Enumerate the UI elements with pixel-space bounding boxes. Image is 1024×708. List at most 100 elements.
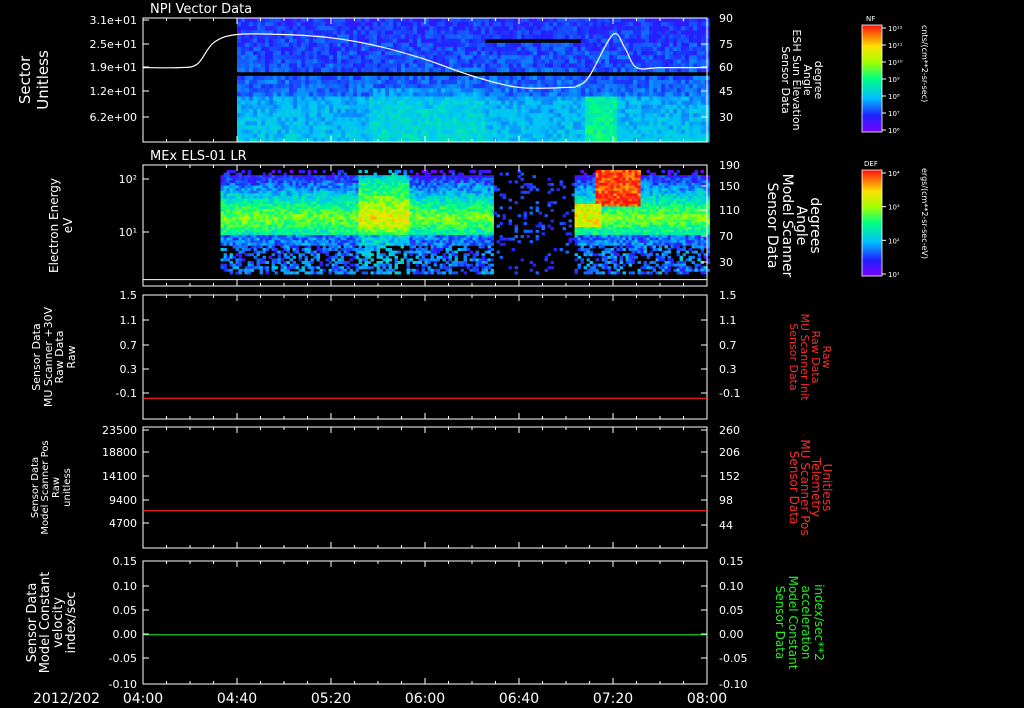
heatmap-cell xyxy=(331,211,335,215)
heatmap-cell xyxy=(373,63,378,69)
heatmap-cell xyxy=(421,26,426,31)
heatmap-cell xyxy=(513,59,518,64)
heatmap-cell xyxy=(244,266,248,270)
heatmap-cell xyxy=(313,203,317,207)
heatmap-cell xyxy=(493,104,498,110)
heatmap-cell xyxy=(677,88,682,93)
heatmap-cell xyxy=(317,42,322,48)
heatmap-cell xyxy=(665,51,670,56)
heatmap-cell xyxy=(661,51,666,56)
heatmap-cell xyxy=(577,30,582,36)
heatmap-cell xyxy=(325,84,330,89)
heatmap-cell xyxy=(525,104,530,110)
heatmap-cell xyxy=(325,198,329,202)
heatmap-cell xyxy=(273,63,278,69)
heatmap-cell xyxy=(293,51,298,56)
heatmap-cell xyxy=(283,232,287,236)
heatmap-cell xyxy=(469,92,474,98)
heatmap-cell xyxy=(293,96,298,102)
heatmap-cell xyxy=(581,42,586,48)
heatmap-cell xyxy=(283,201,287,205)
heatmap-cell xyxy=(697,117,702,122)
heatmap-cell xyxy=(280,240,284,244)
heatmap-cell xyxy=(281,108,286,114)
heatmap-cell xyxy=(409,84,414,89)
heatmap-cell xyxy=(437,125,442,131)
heatmap-cell xyxy=(629,46,634,52)
heatmap-cell xyxy=(281,100,286,106)
heatmap-cell xyxy=(281,75,286,81)
heatmap-cell xyxy=(337,185,341,189)
heatmap-cell xyxy=(537,26,542,31)
heatmap-cell xyxy=(256,177,260,181)
heatmap-cell xyxy=(346,209,350,212)
heatmap-cell xyxy=(286,177,290,181)
heatmap-cell xyxy=(277,232,281,236)
heatmap-cell xyxy=(429,117,434,122)
heatmap-cell xyxy=(343,214,347,218)
heatmap-cell xyxy=(301,229,305,233)
heatmap-cell xyxy=(385,104,390,110)
heatmap-cell xyxy=(341,46,346,52)
heatmap-cell xyxy=(328,248,332,251)
heatmap-cell xyxy=(393,80,398,85)
heatmap-cell xyxy=(429,26,434,31)
heatmap-cell xyxy=(262,183,266,186)
heatmap-cell xyxy=(297,108,302,114)
heatmap-cell xyxy=(245,92,250,98)
heatmap-cell xyxy=(349,211,353,215)
heatmap-cell xyxy=(257,51,262,56)
heatmap-cell xyxy=(223,188,227,192)
heatmap-cell xyxy=(328,245,332,249)
heatmap-cell xyxy=(541,100,546,106)
heatmap-cell xyxy=(285,63,290,69)
heatmap-cell xyxy=(513,80,518,85)
heatmap-cell xyxy=(633,100,638,106)
heatmap-cell xyxy=(489,108,494,114)
heatmap-cell xyxy=(437,22,442,27)
heatmap-cell xyxy=(334,240,338,244)
heatmap-cell xyxy=(453,88,458,93)
heatmap-cell xyxy=(337,271,341,275)
heatmap-cell xyxy=(319,193,323,197)
heatmap-cell xyxy=(265,51,270,56)
heatmap-cell xyxy=(461,18,466,23)
heatmap-cell xyxy=(545,67,550,73)
heatmap-cell xyxy=(677,22,682,27)
heatmap-cell xyxy=(373,117,378,122)
heatmap-cell xyxy=(449,92,454,98)
heatmap-cell xyxy=(298,216,302,220)
heatmap-cell xyxy=(657,113,662,118)
heatmap-cell xyxy=(253,59,258,64)
heatmap-cell xyxy=(685,18,690,23)
heatmap-cell xyxy=(322,214,326,218)
heatmap-cell xyxy=(358,248,362,251)
heatmap-cell xyxy=(609,51,614,56)
heatmap-cell xyxy=(313,175,317,179)
heatmap-cell xyxy=(247,253,251,257)
heatmap-cell xyxy=(565,108,570,114)
heatmap-cell xyxy=(341,22,346,27)
heatmap-cell xyxy=(505,18,510,23)
heatmap-cell xyxy=(585,67,590,73)
heatmap-cell xyxy=(307,193,311,197)
heatmap-cell xyxy=(493,117,498,122)
heatmap-cell xyxy=(297,51,302,56)
heatmap-cell xyxy=(573,67,578,73)
heatmap-cell xyxy=(493,125,498,131)
heatmap-cell xyxy=(637,75,642,81)
heatmap-cell xyxy=(341,113,346,118)
heatmap-cell xyxy=(358,198,362,202)
heatmap-cell xyxy=(581,117,586,122)
heatmap-cell xyxy=(220,201,224,205)
heatmap-cell xyxy=(241,46,246,52)
heatmap-cell xyxy=(649,46,654,52)
heatmap-cell xyxy=(629,18,634,23)
heatmap-cell xyxy=(649,26,654,31)
heatmap-cell xyxy=(355,188,359,192)
heatmap-cell xyxy=(441,96,446,102)
heatmap-cell xyxy=(409,46,414,52)
heatmap-cell xyxy=(343,245,347,249)
heatmap-cell xyxy=(334,206,338,210)
heatmap-cell xyxy=(357,59,362,64)
